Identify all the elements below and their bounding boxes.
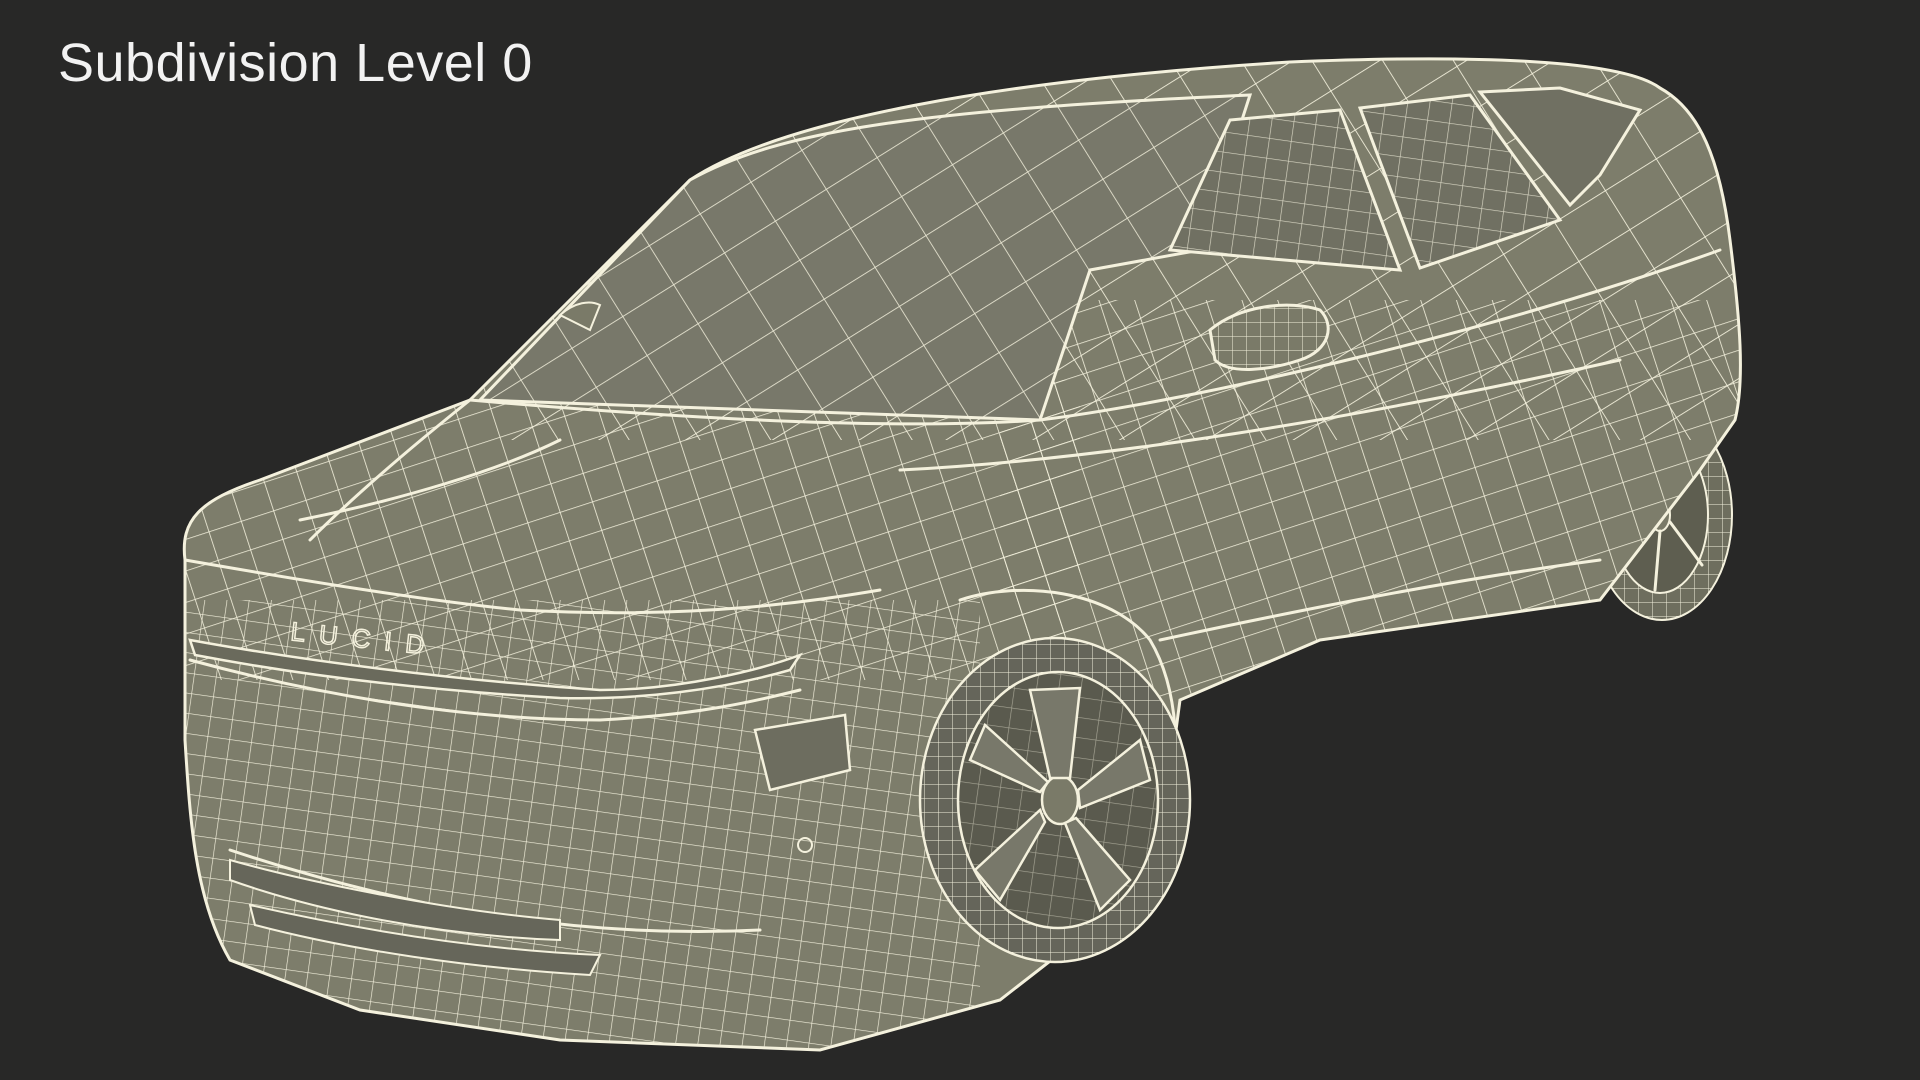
- car-wireframe-render: LUCID: [182, 57, 1742, 1052]
- viewport-title: Subdivision Level 0: [58, 33, 533, 93]
- render-viewport: LUCID Subdivision Level 0: [0, 0, 1920, 1080]
- front-wheel: [918, 636, 1192, 964]
